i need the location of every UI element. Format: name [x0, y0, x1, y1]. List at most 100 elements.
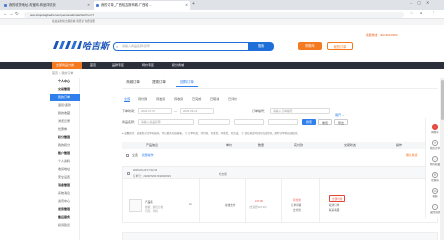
cart-button[interactable]: 购物车: [298, 42, 322, 50]
reload-icon[interactable]: ↻: [15, 11, 19, 17]
col-actions: 操作: [396, 143, 403, 147]
status-badge: 待付款: [293, 199, 301, 202]
rail-label: 客服: [432, 195, 438, 198]
status-tab-pending-receive[interactable]: 待收货: [174, 96, 183, 102]
sidebar-item-my-points[interactable]: 我的积分: [50, 142, 80, 149]
menu-icon[interactable]: ⋮: [432, 11, 436, 15]
search-input[interactable]: 请输入商品名称/货号: [122, 43, 150, 50]
status-tab-completed[interactable]: 已完成: [192, 96, 201, 102]
sidebar-group-trade[interactable]: 交易管理: [50, 86, 80, 93]
star-icon[interactable]: ☆: [410, 11, 413, 15]
browser-tab-label: 我的订单_广西哈吉斯商城-广西哈…: [101, 3, 152, 7]
sidebar-item-system-messages[interactable]: 系统消息: [50, 190, 80, 197]
status-tab-cancelled[interactable]: 已取消: [210, 96, 219, 102]
headset-icon: ☏: [432, 188, 438, 194]
nav-all-categories[interactable]: 全部商品分类: [52, 62, 82, 69]
goods-name-input[interactable]: 请输入商品名称: [138, 119, 194, 125]
order-number: 订单号：2024072017434921523: [133, 174, 171, 178]
sidebar-item-profile[interactable]: 个人资料: [50, 158, 80, 165]
profile-icon[interactable]: ●: [420, 11, 422, 15]
browser-tab-2[interactable]: 我的订单_广西哈吉斯商城-广西哈… ✕: [94, 1, 190, 10]
product-name[interactable]: 产品名: [145, 200, 153, 204]
status-tab-reviewed[interactable]: 已评价: [228, 96, 237, 102]
filter-reset-button[interactable]: 重置: [318, 119, 332, 125]
tab-withdraw-orders[interactable]: 提现订单: [148, 78, 170, 87]
column-divider: [319, 179, 320, 223]
back-icon[interactable]: ←: [3, 11, 8, 16]
search-box[interactable]: ⌕ 请输入商品名称/货号: [113, 42, 259, 51]
nav-brands[interactable]: 品牌专区: [108, 62, 128, 69]
sidebar-item-history[interactable]: 浏览记录: [50, 118, 80, 125]
order-detail-link[interactable]: 订单详情: [291, 203, 301, 207]
sidebar-group-after-sales[interactable]: 售后服务: [50, 214, 80, 221]
url-text: test.shopdogbedit.com/personal/order/lis…: [30, 12, 95, 17]
forward-icon[interactable]: →: [9, 11, 14, 16]
filter-search-button[interactable]: 搜索: [302, 119, 316, 125]
tab-mall-orders[interactable]: 商城订单: [122, 78, 144, 87]
nav-specials[interactable]: 特价专区: [138, 62, 158, 69]
product-thumbnail[interactable]: [129, 199, 142, 212]
sidebar-item-refunds[interactable]: 退货/退款: [50, 102, 80, 109]
scrollbar-thumb[interactable]: [440, 80, 444, 120]
sidebar-group-account[interactable]: 账户管理: [50, 150, 80, 157]
pay-now-button[interactable]: 立即付款: [329, 195, 346, 202]
tab-group-orders[interactable]: 团购订单: [176, 78, 198, 87]
order-number-label: 订单编号：: [252, 109, 268, 113]
extra-filter-input[interactable]: [198, 119, 230, 125]
status-sub-link[interactable]: 去付款: [293, 208, 301, 212]
select-all-checkbox[interactable]: [126, 153, 129, 157]
contact-service-button[interactable]: 联系客服: [329, 208, 339, 212]
new-tab-icon[interactable]: +: [192, 1, 195, 7]
sidebar-group-points[interactable]: 积分管理: [50, 134, 80, 141]
sidebar-group-invoices[interactable]: 发票管理: [50, 206, 80, 213]
date-start-field[interactable]: 2024-07-07: [138, 108, 172, 114]
sidebar-item-favorites[interactable]: 我的收藏: [50, 110, 80, 117]
status-tab-pending-pay[interactable]: 待付款: [138, 96, 147, 102]
date-end-field[interactable]: 2025-06-21: [180, 108, 214, 114]
search-button[interactable]: 搜索: [248, 42, 274, 51]
shop-name[interactable]: 哈吉斯: [219, 172, 227, 176]
batch-operation-button[interactable]: 批量操作: [142, 152, 154, 158]
close-tab-icon[interactable]: ✕: [87, 1, 90, 10]
select-all-label: 全选: [132, 153, 138, 157]
my-orders-header-button[interactable]: 我的订单: [327, 42, 353, 50]
window-controls[interactable]: –▢✕: [410, 0, 434, 5]
url-field[interactable]: test.shopdogbedit.com/personal/order/lis…: [24, 11, 404, 18]
rail-label: 优惠券: [431, 179, 439, 182]
extra-filter-input-2[interactable]: [234, 119, 264, 125]
rail-label: 我的收藏: [429, 163, 440, 166]
hotline-text: 客服热线：400-900-8000: [366, 33, 398, 37]
sidebar-group-messages[interactable]: 消息管理: [50, 182, 80, 189]
order-number-input[interactable]: 请输入订单编号: [270, 108, 330, 114]
sidebar-item-coupons[interactable]: 优惠券: [50, 126, 80, 133]
col-status: 交易状态: [344, 143, 357, 147]
page-scrollbar[interactable]: [440, 78, 444, 240]
sidebar-item-news[interactable]: 资讯中心: [50, 198, 80, 205]
orders-table-header: 产品信息 单价 数量 实付款 交易状态 操作: [122, 142, 438, 149]
sidebar-group-personal[interactable]: 个人中心: [50, 78, 80, 85]
sidebar-item-complaints[interactable]: 投诉建议: [50, 222, 80, 229]
nav-points-mall[interactable]: 积分商城: [168, 62, 188, 69]
order-checkbox[interactable]: [127, 171, 130, 175]
extra-filter-input-3[interactable]: [268, 119, 298, 125]
status-tab-all[interactable]: 全部: [124, 96, 131, 102]
batch-confirm-receipt-button[interactable]: 确认收货: [406, 152, 418, 158]
breadcrumb: 首页 > 我的订单: [52, 71, 74, 75]
filter-expand-label: 展开: [335, 113, 342, 117]
sidebar: 个人中心 交易管理 我的订单 退货/退款 我的收藏 浏览记录 优惠券 积分管理 …: [50, 78, 80, 240]
nav-home[interactable]: 首页: [86, 62, 100, 69]
logo-text[interactable]: 哈吉斯: [82, 39, 109, 52]
sidebar-item-my-orders[interactable]: 我的订单: [50, 94, 80, 101]
cancel-order-button[interactable]: 取消订单: [329, 203, 339, 207]
sidebar-item-address[interactable]: 收货地址: [50, 166, 80, 173]
status-tab-pending-ship[interactable]: 待发货: [156, 96, 165, 102]
filter-export-button[interactable]: 导出: [334, 119, 348, 125]
site-favicon-icon: [96, 4, 99, 7]
order-icon: ≡: [432, 140, 438, 146]
column-divider: [281, 179, 282, 223]
filter-expand-link[interactable]: 展开 ⌄: [335, 113, 344, 117]
browser-tab-1[interactable]: 我的收货地址-淘宝网-商品详情页 ✕: [2, 1, 92, 10]
sidebar-item-security[interactable]: 安全设置: [50, 174, 80, 181]
close-tab-icon[interactable]: ✕: [185, 1, 188, 10]
logo-icon[interactable]: [52, 40, 82, 49]
